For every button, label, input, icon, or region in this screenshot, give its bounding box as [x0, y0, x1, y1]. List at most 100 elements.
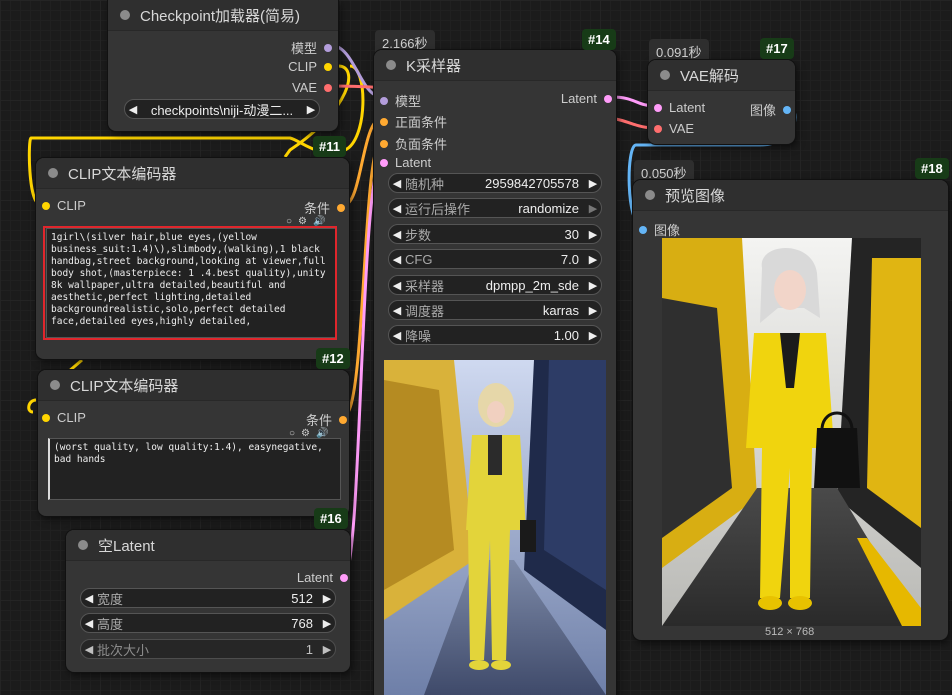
- input-clip-label: CLIP: [57, 198, 86, 213]
- input-clip[interactable]: CLIP: [42, 198, 86, 213]
- latent-slot-icon[interactable]: [380, 158, 388, 167]
- latent-slot-icon[interactable]: [604, 94, 612, 103]
- checkpoint-loader-title[interactable]: Checkpoint加载器(简易): [108, 0, 338, 31]
- vae-slot-icon[interactable]: [654, 124, 662, 133]
- collapse-dot-icon[interactable]: [645, 190, 655, 200]
- negative-prompt-textarea[interactable]: (worst quality, low quality:1.4), easyne…: [48, 438, 341, 500]
- speaker-icon[interactable]: 🔊: [313, 216, 325, 227]
- latent-preview-image: [384, 360, 606, 695]
- triangle-right-icon[interactable]: ▶: [585, 304, 601, 317]
- input-image[interactable]: 图像: [639, 220, 680, 239]
- input-negative[interactable]: 负面条件: [380, 134, 447, 153]
- scheduler-widget[interactable]: ◀ 调度器 karras ▶: [388, 300, 602, 320]
- clip-encoder-negative-node[interactable]: CLIP文本编码器 CLIP 条件 ○ ⚙ 🔊 (worst quality, …: [38, 370, 349, 516]
- input-latent[interactable]: Latent: [654, 100, 705, 115]
- steps-value: 30: [564, 226, 579, 242]
- checkpoint-loader-node[interactable]: Checkpoint加载器(简易) 模型 CLIP VAE ◀ checkpoi…: [108, 0, 338, 131]
- clip-encoder-negative-title[interactable]: CLIP文本编码器: [38, 370, 349, 401]
- control-after-generate-widget[interactable]: ◀ 运行后操作 randomize ▶: [388, 198, 602, 218]
- empty-latent-title[interactable]: 空Latent: [66, 530, 350, 561]
- image-slot-icon[interactable]: [783, 105, 791, 114]
- input-positive[interactable]: 正面条件: [380, 112, 447, 131]
- clip-encoder-positive-node[interactable]: CLIP文本编码器 CLIP 条件 ○ ⚙ 🔊 1girl\(silver ha…: [36, 158, 349, 359]
- collapse-dot-icon[interactable]: [120, 10, 130, 20]
- latent-slot-icon[interactable]: [340, 573, 348, 582]
- input-model[interactable]: 模型: [380, 91, 421, 110]
- triangle-right-icon[interactable]: ▶: [585, 279, 601, 292]
- output-latent[interactable]: Latent: [297, 570, 348, 585]
- triangle-left-icon[interactable]: ◀: [389, 304, 405, 317]
- preview-image-title[interactable]: 预览图像: [633, 180, 948, 211]
- model-slot-icon[interactable]: [324, 43, 332, 52]
- output-latent[interactable]: Latent: [561, 91, 612, 106]
- vae-slot-icon[interactable]: [324, 83, 332, 92]
- image-slot-icon[interactable]: [639, 225, 647, 234]
- gear-icon[interactable]: ⚙: [298, 216, 307, 227]
- clip-slot-icon[interactable]: [324, 62, 332, 71]
- triangle-left-icon[interactable]: ◀: [125, 103, 141, 116]
- ksampler-title[interactable]: K采样器: [374, 50, 616, 81]
- cfg-widget[interactable]: ◀ CFG 7.0 ▶: [388, 249, 602, 269]
- input-clip[interactable]: CLIP: [42, 410, 86, 425]
- triangle-left-icon[interactable]: ◀: [81, 617, 97, 630]
- vae-decode-node[interactable]: VAE解码 Latent VAE 图像: [648, 60, 795, 144]
- sampler-widget[interactable]: ◀ 采样器 dpmpp_2m_sde ▶: [388, 275, 602, 295]
- triangle-right-icon[interactable]: ▶: [585, 253, 601, 266]
- ckpt-name-combo[interactable]: ◀ checkpoints\niji-动漫二... ▶: [124, 99, 320, 119]
- input-vae[interactable]: VAE: [654, 121, 694, 136]
- collapse-dot-icon[interactable]: [386, 60, 396, 70]
- width-widget[interactable]: ◀ 宽度 512 ▶: [80, 588, 336, 608]
- triangle-right-icon[interactable]: ▶: [585, 329, 601, 342]
- triangle-left-icon[interactable]: ◀: [389, 228, 405, 241]
- clip-slot-icon[interactable]: [42, 413, 50, 422]
- output-image[interactable]: 图像: [750, 100, 791, 119]
- empty-latent-node[interactable]: 空Latent Latent ◀ 宽度 512 ▶ ◀ 高度 768 ▶ ◀ 批…: [66, 530, 350, 672]
- conditioning-slot-icon[interactable]: [380, 139, 388, 148]
- positive-prompt-textarea[interactable]: 1girl\(silver hair,blue eyes,(yellow bus…: [46, 228, 336, 338]
- batch-size-widget[interactable]: ◀ 批次大小 1 ▶: [80, 639, 336, 659]
- preview-output-image[interactable]: [662, 238, 921, 626]
- triangle-left-icon[interactable]: ◀: [389, 279, 405, 292]
- ksampler-node[interactable]: K采样器 模型 正面条件 负面条件 Latent Latent ◀ 随机种 29…: [374, 50, 616, 695]
- triangle-left-icon[interactable]: ◀: [81, 592, 97, 605]
- output-clip[interactable]: CLIP: [288, 59, 332, 74]
- height-widget[interactable]: ◀ 高度 768 ▶: [80, 613, 336, 633]
- seed-widget[interactable]: ◀ 随机种 2959842705578 ▶: [388, 173, 602, 193]
- triangle-right-icon[interactable]: ▶: [585, 228, 601, 241]
- model-slot-icon[interactable]: [380, 96, 388, 105]
- triangle-right-icon[interactable]: ▶: [319, 592, 335, 605]
- triangle-right-icon[interactable]: ▶: [303, 103, 319, 116]
- clip-slot-icon[interactable]: [42, 201, 50, 210]
- input-latent[interactable]: Latent: [380, 155, 431, 170]
- steps-widget[interactable]: ◀ 步数 30 ▶: [388, 224, 602, 244]
- triangle-left-icon[interactable]: ◀: [389, 177, 405, 190]
- conditioning-slot-icon[interactable]: [337, 203, 345, 212]
- triangle-left-icon[interactable]: ◀: [389, 202, 405, 215]
- clip-encoder-positive-title[interactable]: CLIP文本编码器: [36, 158, 349, 189]
- latent-preview-illustration: [384, 360, 606, 695]
- output-vae[interactable]: VAE: [292, 80, 332, 95]
- latent-slot-icon[interactable]: [654, 103, 662, 112]
- triangle-left-icon[interactable]: ◀: [389, 329, 405, 342]
- triangle-right-icon[interactable]: ▶: [319, 643, 335, 656]
- collapse-dot-icon[interactable]: [50, 380, 60, 390]
- preview-image-node[interactable]: 预览图像 图像 512 × 768: [633, 180, 948, 640]
- input-model-label: 模型: [395, 94, 422, 109]
- conditioning-slot-icon[interactable]: [380, 117, 388, 126]
- collapse-dot-icon[interactable]: [78, 540, 88, 550]
- collapse-dot-icon[interactable]: [660, 70, 670, 80]
- output-model[interactable]: 模型: [291, 38, 332, 57]
- triangle-left-icon[interactable]: ◀: [389, 253, 405, 266]
- triangle-right-icon[interactable]: ▶: [585, 177, 601, 190]
- output-conditioning[interactable]: 条件: [306, 410, 347, 429]
- triangle-right-icon[interactable]: ▶: [585, 202, 601, 215]
- denoise-widget[interactable]: ◀ 降噪 1.00 ▶: [388, 325, 602, 345]
- conditioning-slot-icon[interactable]: [339, 415, 347, 424]
- output-conditioning[interactable]: 条件: [304, 198, 345, 217]
- vae-decode-title[interactable]: VAE解码: [648, 60, 795, 91]
- node-id-12: #12: [316, 348, 350, 369]
- triangle-right-icon[interactable]: ▶: [319, 617, 335, 630]
- triangle-left-icon[interactable]: ◀: [81, 643, 97, 656]
- circle-icon[interactable]: ○: [286, 216, 292, 227]
- collapse-dot-icon[interactable]: [48, 168, 58, 178]
